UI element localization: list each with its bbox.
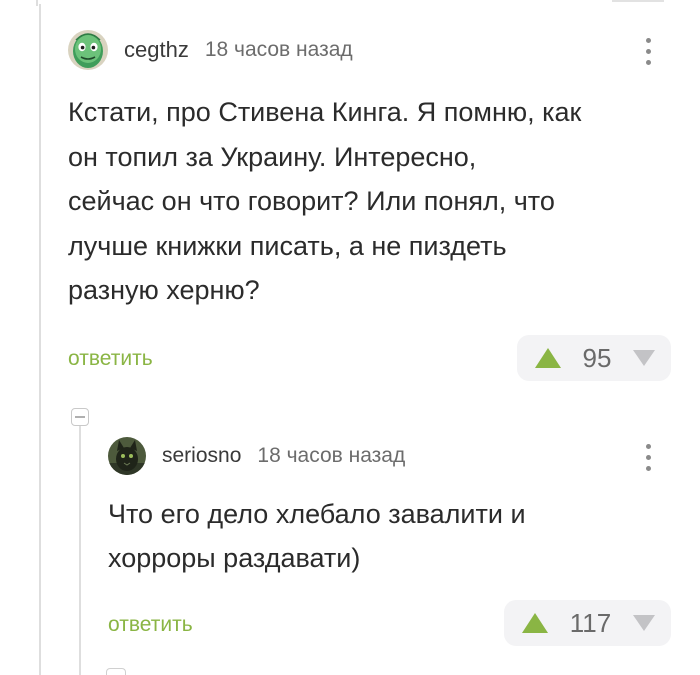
- rating-score: 117: [569, 607, 612, 638]
- collapse-thread-toggle[interactable]: [71, 408, 89, 426]
- upvote-icon[interactable]: [522, 613, 548, 633]
- collapse-thread-toggle[interactable]: [106, 668, 126, 675]
- downvote-icon[interactable]: [632, 615, 655, 631]
- username[interactable]: cegthz: [124, 37, 189, 63]
- more-vertical-icon[interactable]: [643, 38, 653, 65]
- more-vertical-icon[interactable]: [643, 444, 653, 471]
- previous-comment-divider: [612, 0, 664, 2]
- comment-thread: cegthz 18 часов назад Кстати, про Стивен…: [0, 0, 700, 675]
- dark-cat-photo-icon: [108, 437, 146, 475]
- thread-line-top-stub: [36, 0, 38, 6]
- avatar[interactable]: [68, 30, 108, 70]
- reply-header: seriosno 18 часов назад: [108, 437, 405, 475]
- rating-score: 95: [582, 342, 612, 373]
- timestamp[interactable]: 18 часов назад: [257, 444, 405, 468]
- green-alien-face-icon: [68, 30, 108, 70]
- timestamp[interactable]: 18 часов назад: [205, 38, 353, 62]
- comment-header: cegthz 18 часов назад: [68, 30, 353, 70]
- downvote-icon[interactable]: [632, 350, 655, 366]
- reply-text: Что его дело хлебало завалити и хорроры …: [108, 499, 526, 573]
- reply-button[interactable]: ответить: [68, 347, 153, 371]
- reply-button[interactable]: ответить: [108, 613, 193, 637]
- username[interactable]: seriosno: [162, 444, 241, 468]
- thread-line-main[interactable]: [39, 4, 41, 675]
- upvote-icon[interactable]: [535, 348, 561, 368]
- thread-line-reply[interactable]: [79, 425, 81, 675]
- vote-controls: 117: [504, 600, 671, 646]
- comment-text: Кстати, про Стивена Кинга. Я помню, как …: [68, 97, 582, 305]
- vote-controls: 95: [517, 335, 671, 381]
- avatar[interactable]: [108, 437, 146, 475]
